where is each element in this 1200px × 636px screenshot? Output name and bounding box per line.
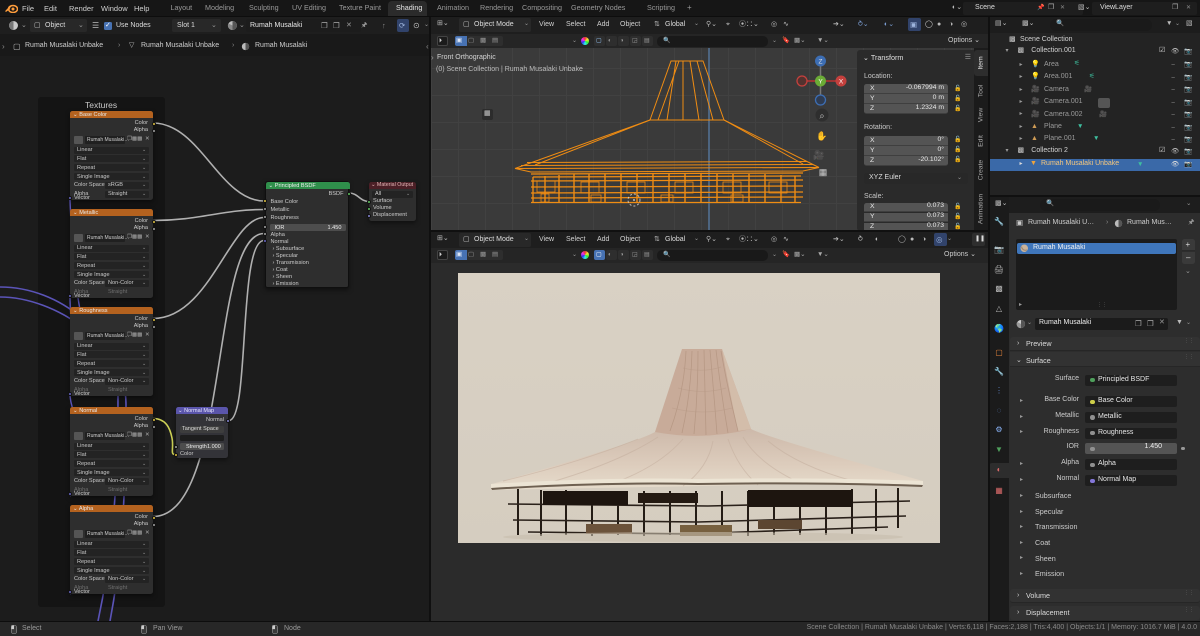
svg-text:X: X [839,79,844,86]
svg-text:✋: ✋ [816,130,827,141]
svg-text:🎥: 🎥 [813,149,824,160]
svg-text:Z: Z [819,59,823,66]
svg-text:⌕: ⌕ [819,111,824,121]
svg-text:Y: Y [818,79,823,86]
svg-text:▦: ▦ [819,167,828,177]
